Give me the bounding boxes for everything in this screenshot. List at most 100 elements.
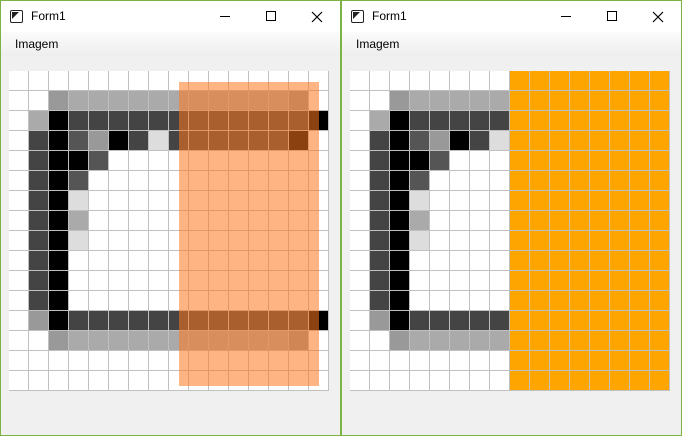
pixel-cell [570, 151, 590, 171]
pixel-cell [49, 311, 69, 331]
pixel-cell [29, 291, 49, 311]
title-bar[interactable]: Form1 [342, 1, 681, 32]
pixel-cell [630, 231, 650, 251]
pixel-cell [610, 291, 630, 311]
pixel-cell [29, 211, 49, 231]
pixel-cell [450, 251, 470, 271]
pixel-cell [29, 371, 49, 391]
pixel-cell [550, 171, 570, 191]
pixel-cell [390, 351, 410, 371]
pixel-cell [390, 71, 410, 91]
pixel-cell [410, 291, 430, 311]
pixel-cell [69, 271, 89, 291]
pixel-cell [550, 251, 570, 271]
pixel-cell [550, 71, 570, 91]
pixel-cell [450, 331, 470, 351]
menu-imagem[interactable]: Imagem [348, 35, 407, 53]
pixel-cell [430, 331, 450, 351]
pixel-cell [69, 131, 89, 151]
pixel-cell [430, 211, 450, 231]
pixel-cell [370, 231, 390, 251]
pixel-cell [470, 231, 490, 251]
pixel-cell [350, 351, 370, 371]
title-bar[interactable]: Form1 [1, 1, 340, 32]
pixel-cell [410, 211, 430, 231]
pixel-cell [29, 331, 49, 351]
pixel-cell [610, 331, 630, 351]
pixel-cell [410, 231, 430, 251]
maximize-button[interactable] [589, 1, 635, 32]
pixel-cell [69, 251, 89, 271]
close-button[interactable] [635, 1, 681, 32]
pixel-cell [89, 331, 109, 351]
pixel-cell [610, 131, 630, 151]
pixel-cell [470, 371, 490, 391]
pixel-cell [29, 251, 49, 271]
pixel-cell [470, 311, 490, 331]
pixel-cell [550, 271, 570, 291]
pixel-cell [430, 351, 450, 371]
pixel-cell [450, 371, 470, 391]
pixel-cell [129, 111, 149, 131]
pixel-cell [610, 91, 630, 111]
pixel-cell [510, 151, 530, 171]
close-button[interactable] [294, 1, 340, 32]
pixel-cell [430, 371, 450, 391]
pixel-cell [490, 231, 510, 251]
pixel-cell [470, 271, 490, 291]
minimize-button[interactable] [543, 1, 589, 32]
pixel-cell [149, 151, 169, 171]
pixel-cell [570, 251, 590, 271]
pixel-cell [390, 331, 410, 351]
pixel-cell [650, 331, 670, 351]
pixel-cell [29, 351, 49, 371]
pixel-cell [510, 171, 530, 191]
pixel-cell [370, 131, 390, 151]
pixel-cell [69, 351, 89, 371]
pixel-cell [570, 191, 590, 211]
pixel-cell [550, 331, 570, 351]
pixel-cell [390, 251, 410, 271]
window-title: Form1 [372, 9, 407, 23]
pixel-cell [410, 251, 430, 271]
minimize-icon [561, 16, 571, 17]
pixel-cell [390, 211, 410, 231]
pixel-cell [149, 371, 169, 391]
pixel-cell [89, 131, 109, 151]
pixel-cell [450, 171, 470, 191]
menu-imagem[interactable]: Imagem [7, 35, 66, 53]
pixel-cell [129, 191, 149, 211]
pixel-canvas[interactable] [9, 71, 329, 391]
pixel-cell [530, 211, 550, 231]
pixel-cell [590, 231, 610, 251]
pixel-canvas[interactable] [350, 71, 670, 391]
pixel-cell [590, 171, 610, 191]
pixel-cell [630, 91, 650, 111]
pixel-cell [590, 291, 610, 311]
selection-overlay [179, 82, 319, 386]
maximize-button[interactable] [248, 1, 294, 32]
pixel-cell [9, 151, 29, 171]
pixel-cell [109, 251, 129, 271]
pixel-cell [89, 291, 109, 311]
pixel-cell [9, 371, 29, 391]
pixel-cell [610, 371, 630, 391]
pixel-cell [530, 191, 550, 211]
pixel-cell [450, 131, 470, 151]
pixel-cell [9, 191, 29, 211]
pixel-cell [390, 311, 410, 331]
pixel-cell [350, 331, 370, 351]
pixel-cell [510, 131, 530, 151]
pixel-cell [450, 351, 470, 371]
pixel-cell [630, 311, 650, 331]
pixel-cell [430, 231, 450, 251]
pixel-cell [29, 131, 49, 151]
pixel-cell [630, 251, 650, 271]
pixel-cell [550, 111, 570, 131]
pixel-cell [109, 71, 129, 91]
pixel-cell [49, 211, 69, 231]
pixel-cell [490, 131, 510, 151]
pixel-cell [570, 311, 590, 331]
pixel-cell [610, 311, 630, 331]
minimize-button[interactable] [202, 1, 248, 32]
